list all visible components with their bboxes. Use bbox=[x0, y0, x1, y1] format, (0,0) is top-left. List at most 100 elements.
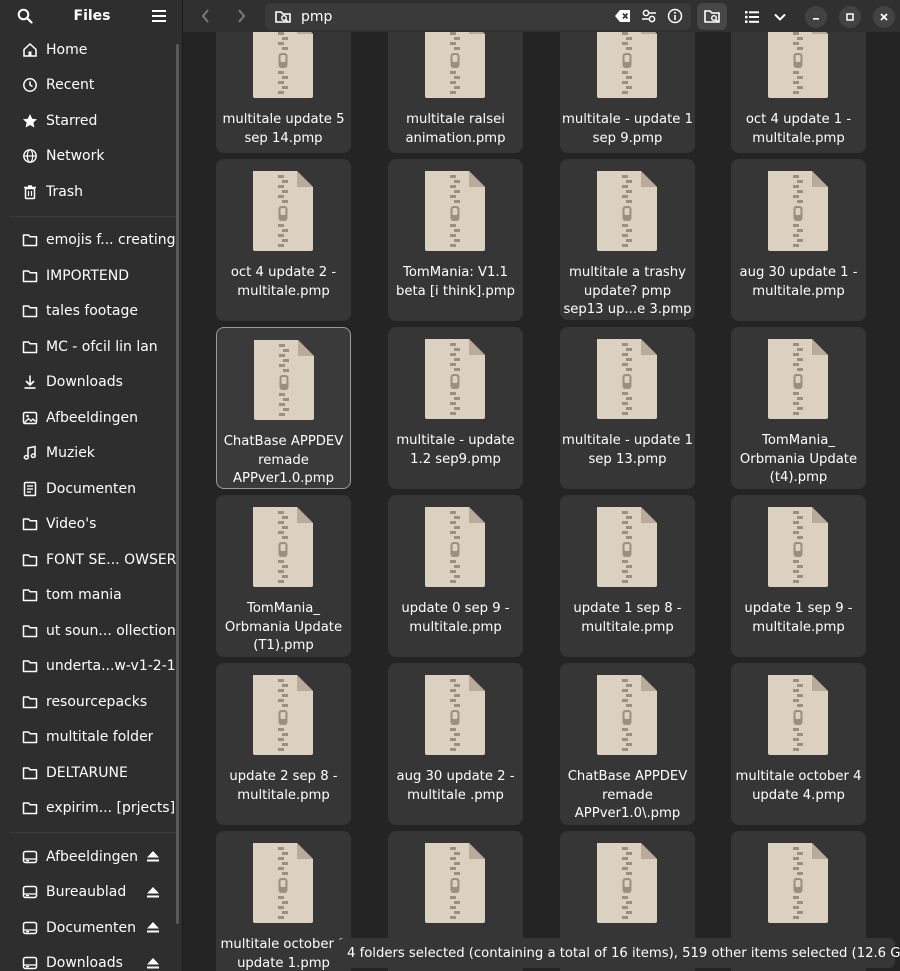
sidebar-item-muziek[interactable]: Muziek bbox=[0, 436, 182, 472]
file-name: update 2 sep 8 - multitale.pmp bbox=[229, 769, 338, 803]
sidebar-item-deltarune[interactable]: DELTARUNE bbox=[0, 755, 182, 791]
sidebar-item-label: IMPORTEND bbox=[46, 267, 130, 284]
sidebar-item-underta-w-v1-2-1[interactable]: underta...w-v1-2-1 bbox=[0, 649, 182, 685]
download-icon bbox=[22, 374, 38, 390]
sidebar-item-label: Documenten bbox=[46, 919, 137, 936]
maximize-icon bbox=[846, 12, 854, 21]
file-item[interactable]: multitale - update 1 sep 13.pmp bbox=[560, 327, 695, 489]
folder-icon bbox=[22, 729, 38, 745]
sidebar-item-home[interactable]: Home bbox=[0, 32, 182, 68]
sidebar-item-bureaublad[interactable]: Bureaublad bbox=[0, 875, 182, 911]
sidebar-item-resourcepacks[interactable]: resourcepacks bbox=[0, 684, 182, 720]
file-item[interactable]: aug 30 update 2 - multitale .pmp bbox=[388, 663, 523, 825]
search-icon bbox=[17, 8, 33, 24]
location-bar[interactable]: pmp bbox=[265, 3, 691, 30]
folder-icon bbox=[22, 765, 38, 781]
properties-button[interactable] bbox=[667, 8, 683, 28]
sidebar-item-trash[interactable]: Trash bbox=[0, 174, 182, 210]
file-item[interactable]: multitale update 5 sep 14.pmp bbox=[216, 32, 351, 153]
file-item[interactable]: multitale ralsei animation.pmp bbox=[388, 32, 523, 153]
sidebar-item-recent[interactable]: Recent bbox=[0, 68, 182, 104]
file-item[interactable]: update 1 sep 9 - multitale.pmp bbox=[731, 495, 866, 657]
search-current-folder-button[interactable] bbox=[697, 3, 727, 30]
file-item[interactable]: ChatBase APPDEV remade APPver1.0.pmp bbox=[216, 327, 351, 489]
file-item[interactable]: multitale - update 1.2 sep9.pmp bbox=[388, 327, 523, 489]
drive-icon bbox=[22, 884, 38, 900]
sidebar-item-mc-ofcil-lin-lan[interactable]: MC - ofcil lin lan bbox=[0, 329, 182, 365]
trash-icon bbox=[22, 184, 38, 200]
sidebar-item-documenten[interactable]: Documenten bbox=[0, 471, 182, 507]
sidebar-item-font-se-owser[interactable]: FONT SE... OWSER bbox=[0, 542, 182, 578]
eject-icon[interactable] bbox=[146, 956, 160, 971]
file-name: multitale - update 1 sep 13.pmp bbox=[562, 433, 693, 467]
view-options-button[interactable] bbox=[767, 4, 793, 30]
maximize-button[interactable] bbox=[839, 5, 861, 28]
sidebar-scrollbar[interactable] bbox=[176, 44, 179, 924]
file-item[interactable]: TomMania_ Orbmania Update (T1).pmp bbox=[216, 495, 351, 657]
sidebar-item-label: underta...w-v1-2-1 bbox=[46, 658, 176, 675]
file-item[interactable]: oct 4 update 1 - multitale.pmp bbox=[731, 32, 866, 153]
sidebar-item-label: tales footage bbox=[46, 303, 138, 320]
sidebar-item-downloads[interactable]: Downloads bbox=[0, 946, 182, 971]
close-button[interactable] bbox=[873, 5, 895, 28]
sidebar-item-label: emojis f... creating bbox=[46, 232, 176, 249]
view-toggle-button[interactable] bbox=[739, 4, 765, 30]
sidebar-list: Home Recent Starred Network Trash emojis f...… bbox=[0, 32, 182, 971]
sidebar-item-afbeeldingen[interactable]: Afbeeldingen bbox=[0, 400, 182, 436]
list-view-icon bbox=[745, 10, 759, 23]
file-item[interactable]: aug 30 update 1 - multitale.pmp bbox=[731, 159, 866, 321]
sidebar-item-label: Video's bbox=[46, 516, 97, 533]
file-item[interactable]: multitale october 4 update 4.pmp bbox=[731, 663, 866, 825]
clear-location-button[interactable] bbox=[615, 8, 631, 28]
sidebar-item-multitale-folder[interactable]: multitale folder bbox=[0, 720, 182, 756]
backspace-icon bbox=[615, 10, 630, 22]
file-item[interactable]: oct 4 update 2 - multitale.pmp bbox=[216, 159, 351, 321]
file-name: update 0 sep 9 - multitale.pmp bbox=[401, 601, 510, 635]
sidebar-item-afbeeldingen[interactable]: Afbeeldingen bbox=[0, 839, 182, 875]
sidebar-item-video-s[interactable]: Video's bbox=[0, 507, 182, 543]
file-item[interactable]: multitale october 8 update 1.pmp bbox=[216, 831, 351, 971]
sidebar-item-downloads[interactable]: Downloads bbox=[0, 365, 182, 401]
file-item[interactable]: update 1 sep 8 - multitale.pmp bbox=[560, 495, 695, 657]
sidebar-item-ut-soun-ollection[interactable]: ut soun... ollection bbox=[0, 613, 182, 649]
archive-file-icon bbox=[595, 675, 659, 755]
file-item[interactable]: TomMania_ Orbmania Update (t4).pmp bbox=[731, 327, 866, 489]
file-item[interactable]: multitale a trashy update? pmp sep13 up.… bbox=[560, 159, 695, 320]
sidebar-item-importend[interactable]: IMPORTEND bbox=[0, 258, 182, 294]
file-item[interactable]: update 0 sep 9 - multitale.pmp bbox=[388, 495, 523, 657]
file-item[interactable]: update 2 sep 8 - multitale.pmp bbox=[216, 663, 351, 825]
minimize-button[interactable] bbox=[805, 5, 827, 28]
drive-icon bbox=[22, 955, 38, 971]
drive-icon bbox=[22, 920, 38, 936]
sidebar-item-network[interactable]: Network bbox=[0, 139, 182, 175]
file-item[interactable]: multitale - update 1 sep 9.pmp bbox=[560, 32, 695, 153]
sidebar-item-expirim-prjects[interactable]: expirim... [prjects] bbox=[0, 791, 182, 827]
drive-icon bbox=[22, 849, 38, 865]
file-name: aug 30 update 2 - multitale .pmp bbox=[396, 769, 515, 803]
file-item[interactable]: TomMania: V1.1 beta [i think].pmp bbox=[388, 159, 523, 321]
sidebar-item-documenten[interactable]: Documenten bbox=[0, 910, 182, 946]
archive-file-icon bbox=[766, 171, 830, 251]
file-name: multitale a trashy update? pmp sep13 up.… bbox=[563, 265, 692, 318]
sidebar-item-starred[interactable]: Starred bbox=[0, 103, 182, 139]
back-button[interactable] bbox=[191, 3, 221, 29]
eject-icon[interactable] bbox=[146, 885, 160, 903]
forward-button[interactable] bbox=[226, 3, 256, 29]
sidebar-item-label: Recent bbox=[46, 77, 95, 94]
sidebar-item-tom-mania[interactable]: tom mania bbox=[0, 578, 182, 614]
document-icon bbox=[22, 481, 38, 497]
eject-icon[interactable] bbox=[146, 920, 160, 938]
archive-file-icon bbox=[251, 507, 315, 587]
file-name: TomMania_ Orbmania Update (T1).pmp bbox=[224, 601, 343, 654]
main-menu-button[interactable] bbox=[146, 3, 172, 29]
search-button[interactable] bbox=[12, 3, 38, 29]
selection-status: 4 folders selected (containing a total o… bbox=[338, 938, 900, 968]
file-name: multitale - update 1.2 sep9.pmp bbox=[396, 433, 515, 467]
eject-icon[interactable] bbox=[146, 849, 160, 867]
sidebar-item-tales-footage[interactable]: tales footage bbox=[0, 294, 182, 330]
sidebar-item-emojis-f-creating[interactable]: emojis f... creating bbox=[0, 223, 182, 259]
file-item[interactable]: ChatBase APPDEV remade APPver1.0\.pmp bbox=[560, 663, 695, 825]
filter-button[interactable] bbox=[641, 8, 657, 28]
archive-file-icon bbox=[423, 32, 487, 98]
file-name: aug 30 update 1 - multitale.pmp bbox=[739, 265, 858, 299]
